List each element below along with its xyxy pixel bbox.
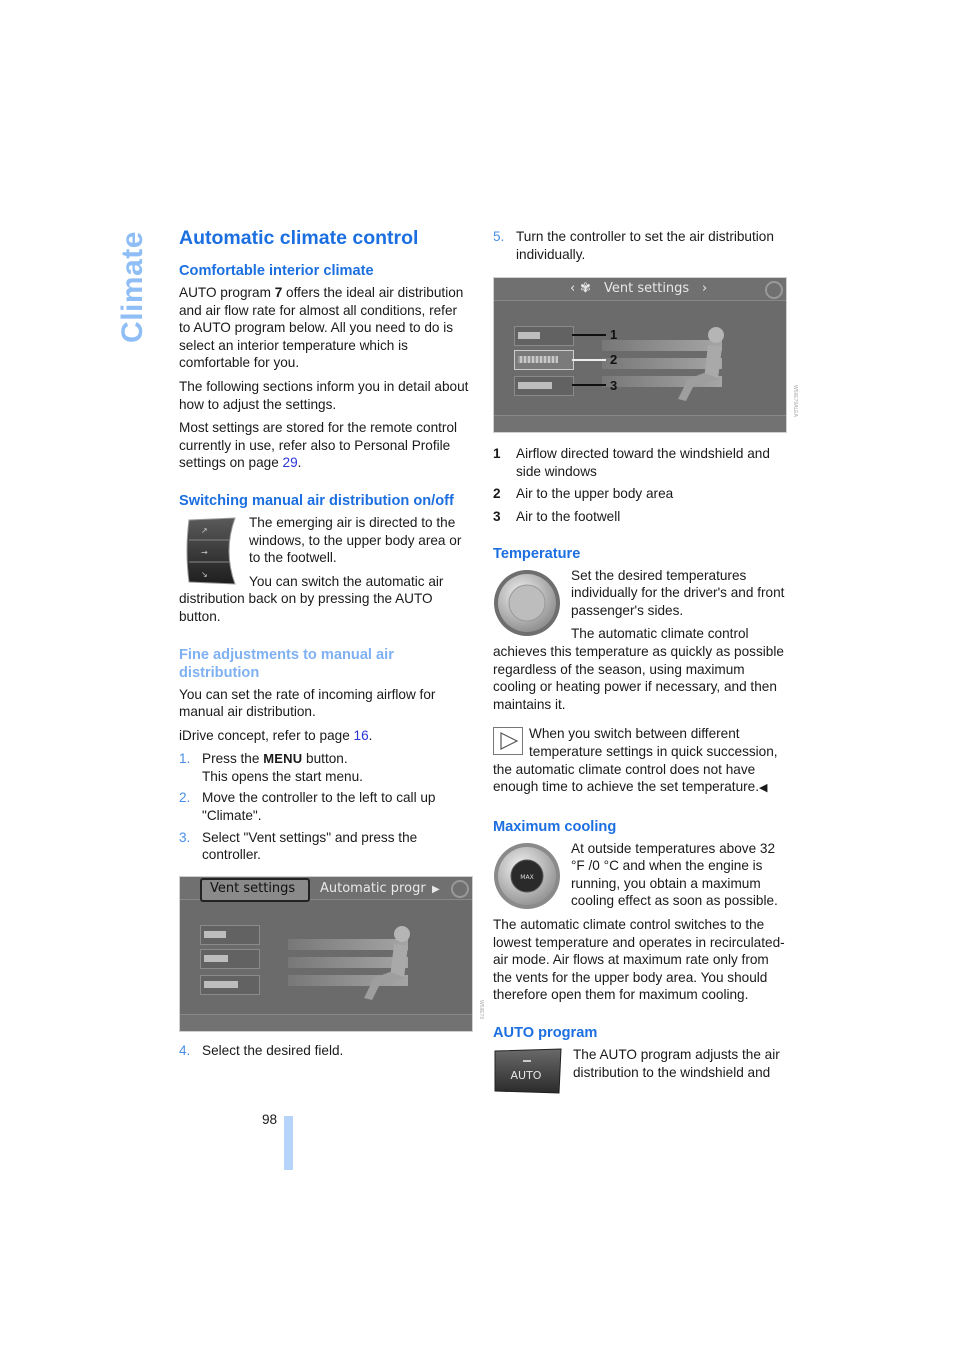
seated-person-icon <box>678 327 724 402</box>
page-link-29[interactable]: 29 <box>283 455 298 470</box>
svg-text:→: → <box>201 548 208 557</box>
max-label: MAX <box>520 874 533 881</box>
step-2: 2. Move the controller to the left to ca… <box>179 790 436 824</box>
fan-icon: ✾ <box>580 281 591 297</box>
paragraph: iDrive concept, refer to page 16. <box>179 727 373 743</box>
paragraph: The automatic climate control achieves t… <box>493 626 784 712</box>
nav-right-arrow: › <box>702 281 708 297</box>
screen-title: Vent settings <box>604 281 690 297</box>
controller-icon <box>451 879 469 898</box>
svg-text:↘: ↘ <box>201 570 208 579</box>
heading-temperature: Temperature <box>493 545 581 562</box>
temperature-block: Set the desired temperatures individuall… <box>493 567 785 720</box>
temperature-knob-icon <box>494 569 560 636</box>
air-distribution-buttons-icon: ↗ → ↘ <box>186 517 236 585</box>
auto-button-icon: AUTO <box>494 1048 562 1094</box>
end-mark-icon: ◀ <box>759 782 768 795</box>
right-column: 5. Turn the controller to set the air di… <box>493 228 787 1096</box>
page-link-16[interactable]: 16 <box>354 728 369 743</box>
vent-settings-screen-1: Vent settings Automatic progr ▶ <box>179 875 473 1032</box>
menu-button-label: MENU <box>263 751 303 767</box>
step-1: 1. Press the MENU button. This opens the … <box>179 751 363 784</box>
vent-settings-screen-2: ‹ ✾ Vent settings › 1 2 3 <box>493 277 787 434</box>
note-block: When you switch between different temper… <box>493 725 785 803</box>
auto-label: AUTO <box>511 1069 542 1082</box>
callout-2: 2 <box>610 352 618 368</box>
heading-fine-adjustments: Fine adjustments to manual air distribut… <box>179 646 394 681</box>
nav-left-arrow: ‹ <box>570 281 576 297</box>
heading-auto-program: AUTO program <box>493 1025 598 1042</box>
image-code: W5IIE79 <box>478 1000 484 1020</box>
chapter-tab-label: Climate <box>116 231 149 343</box>
step-5: 5. Turn the controller to set the air di… <box>493 229 774 262</box>
legend-item-3: 3 Air to the footwell <box>493 508 621 524</box>
paragraph: AUTO program 7 offers the ideal air dist… <box>179 285 464 371</box>
paragraph: You can set the rate of incoming airflow… <box>179 686 436 720</box>
step-3: 3. Select "Vent settings" and press the … <box>179 829 418 863</box>
legend-item-2: 2 Air to the upper body area <box>493 486 674 502</box>
tab-vent-settings-label: Vent settings <box>210 880 296 896</box>
left-column: Automatic climate control Comfortable in… <box>179 226 473 1063</box>
paragraph: The automatic climate control switches t… <box>493 917 785 1003</box>
switching-block: ↗ → ↘ The emerging air is directed to the … <box>179 514 471 632</box>
page-title: Automatic climate control <box>179 227 419 249</box>
page-number: 98 <box>262 1112 278 1127</box>
chapter-tab: Climate <box>113 231 153 343</box>
step-4: 4. Select the desired field. <box>179 1042 344 1058</box>
callout-1: 1 <box>610 327 618 343</box>
heading-comfortable-climate: Comfortable interior climate <box>179 263 374 279</box>
note-text: When you switch between different temper… <box>493 726 778 795</box>
image-code: W5IIE79ALEA <box>792 385 798 417</box>
svg-text:↗: ↗ <box>201 526 208 535</box>
scroll-arrow-icon: ▶ <box>432 883 440 895</box>
page-marker-bar <box>284 1116 293 1170</box>
heading-maximum-cooling: Maximum cooling <box>493 818 617 835</box>
auto-program-block: AUTO The AUTO program adjusts the air di… <box>493 1046 785 1096</box>
paragraph: The following sections inform you in det… <box>179 378 469 412</box>
max-cooling-button-icon: MAX <box>494 842 560 909</box>
legend-item-1: 1 Airflow directed toward the windshield … <box>493 446 770 479</box>
callout-3: 3 <box>610 378 618 394</box>
max-cooling-block: MAX At outside temperatures above 32 °F … <box>493 840 785 916</box>
seated-person-icon <box>364 925 410 1000</box>
paragraph: Most settings are stored for the remote … <box>179 420 458 471</box>
heading-switching-manual: Switching manual air distribution on/off <box>179 492 454 509</box>
tab-automatic-program-label: Automatic progr <box>320 880 426 896</box>
note-triangle-icon <box>493 727 523 756</box>
